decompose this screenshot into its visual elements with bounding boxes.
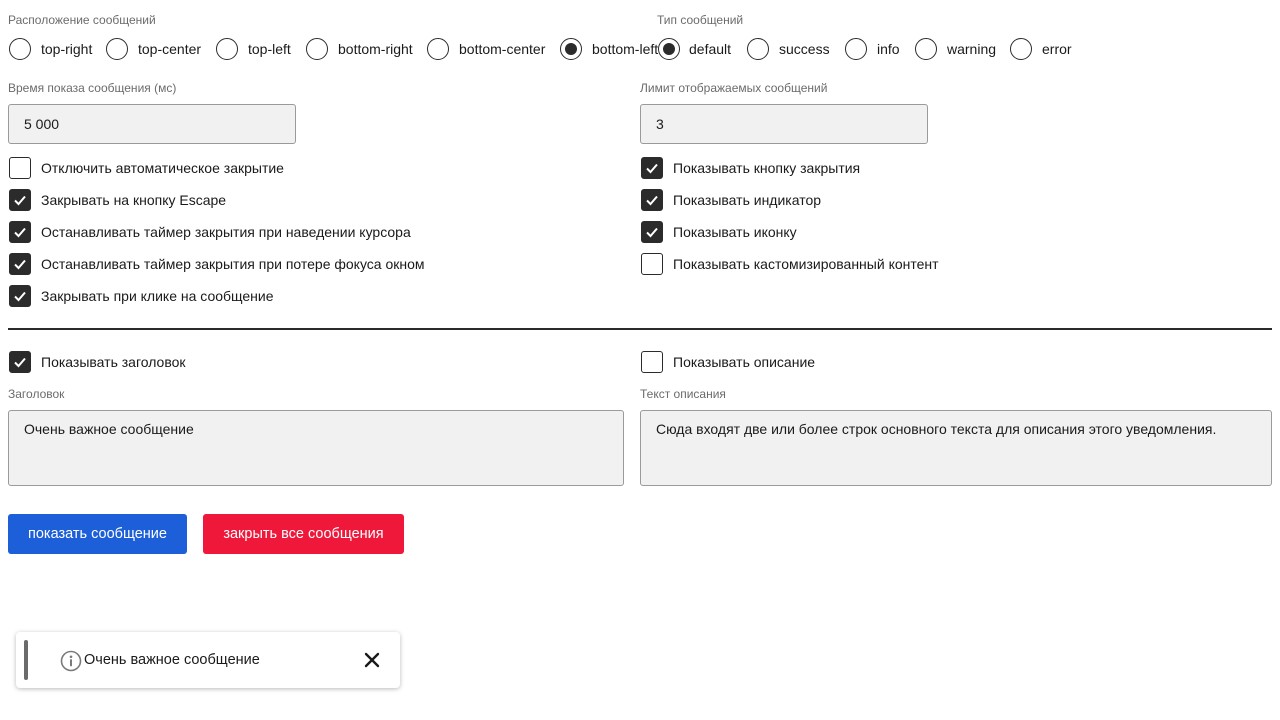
checkbox-box xyxy=(9,189,31,211)
radio-label: bottom-left xyxy=(592,41,659,57)
radio-label: warning xyxy=(947,41,997,57)
checkbox-pause-on-hover[interactable]: Останавливать таймер закрытия при наведе… xyxy=(9,221,411,243)
close-icon[interactable] xyxy=(362,650,382,670)
description-textarea[interactable]: Сюда входят две или более строк основног… xyxy=(640,410,1272,486)
limit-label: Лимит отображаемых сообщений xyxy=(640,81,828,95)
radio-circle xyxy=(1010,38,1032,60)
checkbox-label: Останавливать таймер закрытия при наведе… xyxy=(41,224,411,240)
checkbox-close-on-click[interactable]: Закрывать при клике на сообщение xyxy=(9,285,274,307)
radio-label: bottom-right xyxy=(338,41,413,57)
checkbox-box xyxy=(641,157,663,179)
toast-indicator-bar xyxy=(24,640,28,680)
checkbox-box xyxy=(9,285,31,307)
checkbox-box xyxy=(9,253,31,275)
toast-title: Очень важное сообщение xyxy=(84,652,260,668)
close-all-messages-button[interactable]: закрыть все сообщения xyxy=(203,514,404,554)
radio-circle xyxy=(560,38,582,60)
radio-position-bottom-right[interactable]: bottom-right xyxy=(306,37,413,61)
title-textarea[interactable]: Очень важное сообщение xyxy=(8,410,624,486)
radio-position-bottom-left[interactable]: bottom-left xyxy=(560,37,658,61)
checkbox-label: Показывать кнопку закрытия xyxy=(673,160,861,176)
radio-circle xyxy=(9,38,31,60)
duration-label: Время показа сообщения (мс) xyxy=(8,81,177,95)
checkbox-show-close-button[interactable]: Показывать кнопку закрытия xyxy=(641,157,860,179)
section-divider xyxy=(8,328,1272,330)
checkbox-box xyxy=(9,157,31,179)
checkbox-box xyxy=(641,351,663,373)
radio-circle xyxy=(306,38,328,60)
radio-circle xyxy=(845,38,867,60)
description-field-label: Текст описания xyxy=(640,387,726,401)
checkbox-show-icon[interactable]: Показывать иконку xyxy=(641,221,797,243)
checkbox-pause-on-focus-loss[interactable]: Останавливать таймер закрытия при потере… xyxy=(9,253,425,275)
radio-label: top-left xyxy=(248,41,291,57)
limit-input[interactable]: 3 xyxy=(640,104,928,144)
checkbox-box xyxy=(9,221,31,243)
checkbox-box xyxy=(641,189,663,211)
radio-type-default[interactable]: default xyxy=(658,37,731,61)
checkbox-box xyxy=(641,221,663,243)
radio-circle xyxy=(427,38,449,60)
checkbox-label: Закрывать на кнопку Escape xyxy=(41,192,227,208)
radio-position-bottom-center[interactable]: bottom-center xyxy=(427,37,545,61)
checkbox-show-indicator[interactable]: Показывать индикатор xyxy=(641,189,821,211)
radio-type-error[interactable]: error xyxy=(1010,37,1072,61)
checkbox-show-description[interactable]: Показывать описание xyxy=(641,351,815,373)
radio-circle xyxy=(658,38,680,60)
checkbox-label: Показывать иконку xyxy=(673,224,797,240)
title-field-label: Заголовок xyxy=(8,387,65,401)
show-message-button[interactable]: показать сообщение xyxy=(8,514,187,554)
radio-label: default xyxy=(689,41,732,57)
radio-label: info xyxy=(877,41,900,57)
info-icon xyxy=(60,650,82,672)
radio-circle xyxy=(216,38,238,60)
checkbox-close-on-escape[interactable]: Закрывать на кнопку Escape xyxy=(9,189,226,211)
radio-position-top-left[interactable]: top-left xyxy=(216,37,291,61)
radio-type-warning[interactable]: warning xyxy=(915,37,996,61)
radio-position-top-center[interactable]: top-center xyxy=(106,37,201,61)
checkbox-label: Останавливать таймер закрытия при потере… xyxy=(41,256,425,272)
radio-label: top-center xyxy=(138,41,202,57)
radio-label: error xyxy=(1042,41,1072,57)
checkbox-show-custom-content[interactable]: Показывать кастомизированный контент xyxy=(641,253,939,275)
radio-type-success[interactable]: success xyxy=(747,37,830,61)
checkbox-label: Закрывать при клике на сообщение xyxy=(41,288,274,304)
radio-label: bottom-center xyxy=(459,41,546,57)
checkbox-box xyxy=(9,351,31,373)
checkbox-label: Показывать заголовок xyxy=(41,354,186,370)
checkbox-show-title[interactable]: Показывать заголовок xyxy=(9,351,186,373)
type-group-label: Тип сообщений xyxy=(657,13,744,27)
radio-circle xyxy=(915,38,937,60)
radio-type-info[interactable]: info xyxy=(845,37,900,61)
position-group-label: Расположение сообщений xyxy=(8,13,156,27)
checkbox-label: Отключить автоматическое закрытие xyxy=(41,160,284,176)
checkbox-box xyxy=(641,253,663,275)
checkbox-label: Показывать кастомизированный контент xyxy=(673,256,939,272)
radio-circle xyxy=(747,38,769,60)
radio-circle xyxy=(106,38,128,60)
duration-input[interactable]: 5 000 xyxy=(8,104,296,144)
radio-label: top-right xyxy=(41,41,93,57)
radio-label: success xyxy=(779,41,830,57)
checkbox-label: Показывать индикатор xyxy=(673,192,822,208)
checkbox-disable-autoclose[interactable]: Отключить автоматическое закрытие xyxy=(9,157,284,179)
radio-position-top-right[interactable]: top-right xyxy=(9,37,92,61)
toast-notification: Очень важное сообщение xyxy=(16,632,400,688)
checkbox-label: Показывать описание xyxy=(673,354,816,370)
